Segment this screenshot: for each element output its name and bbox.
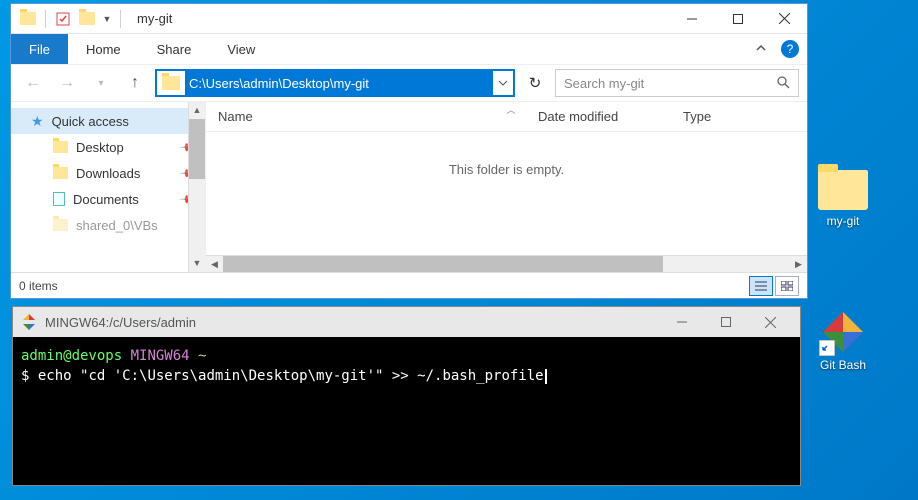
nav-label: Quick access bbox=[52, 114, 129, 129]
content-pane: ︿ Name Date modified Type This folder is… bbox=[206, 102, 807, 272]
desktop-icon-label: my-git bbox=[803, 214, 883, 228]
refresh-button[interactable]: ↻ bbox=[521, 74, 549, 92]
nav-bar: ← → ▾ ↑ C:\Users\admin\Desktop\my-git ↻ … bbox=[11, 64, 807, 102]
app-icon[interactable] bbox=[17, 8, 39, 30]
explorer-window: ▼ my-git File Home Share View ? ← → ▾ bbox=[10, 3, 808, 299]
gitbash-icon bbox=[821, 310, 865, 354]
nav-label: Documents bbox=[73, 192, 139, 207]
horizontal-scrollbar[interactable]: ◀ ▶ bbox=[206, 255, 807, 272]
nav-label: Downloads bbox=[76, 166, 140, 181]
folder-icon bbox=[53, 219, 68, 231]
desktop-shortcut-gitbash[interactable]: Git Bash bbox=[803, 310, 883, 372]
address-bar[interactable]: C:\Users\admin\Desktop\my-git bbox=[155, 69, 515, 97]
mingw-icon bbox=[21, 314, 37, 330]
document-icon bbox=[53, 192, 65, 206]
search-icon bbox=[776, 75, 790, 92]
title-bar[interactable]: ▼ my-git bbox=[11, 4, 807, 34]
nav-label: shared_0\VBs bbox=[76, 218, 158, 233]
file-tab[interactable]: File bbox=[11, 34, 68, 64]
scroll-up-arrow[interactable]: ▲ bbox=[189, 102, 205, 119]
column-date[interactable]: Date modified bbox=[526, 109, 671, 124]
close-button[interactable] bbox=[761, 4, 807, 33]
nav-label: Desktop bbox=[76, 140, 124, 155]
navigation-pane: ★ Quick access Desktop 📌 Downloads 📌 Doc… bbox=[11, 102, 206, 272]
nav-item-downloads[interactable]: Downloads 📌 bbox=[11, 160, 205, 186]
qat-properties-button[interactable] bbox=[52, 8, 74, 30]
tab-view[interactable]: View bbox=[209, 34, 273, 64]
cursor bbox=[545, 369, 547, 384]
terminal-command: echo "cd 'C:\Users\admin\Desktop\my-git'… bbox=[38, 368, 544, 384]
terminal-body[interactable]: admin@devops MINGW64 ~ $ echo "cd 'C:\Us… bbox=[13, 337, 800, 485]
qat-dropdown-button[interactable]: ▼ bbox=[100, 8, 114, 30]
terminal-title-bar[interactable]: MINGW64:/c/Users/admin bbox=[13, 307, 800, 337]
folder-icon bbox=[162, 76, 180, 90]
desktop-folder-mygit[interactable]: my-git bbox=[803, 170, 883, 228]
ribbon: File Home Share View ? bbox=[11, 34, 807, 64]
qat-newfolder-button[interactable] bbox=[76, 8, 98, 30]
column-type[interactable]: Type bbox=[671, 109, 723, 124]
terminal-prompt-line: admin@devops MINGW64 ~ bbox=[21, 347, 792, 367]
tab-home[interactable]: Home bbox=[68, 34, 139, 64]
empty-folder-message: This folder is empty. bbox=[206, 132, 807, 255]
minimize-button[interactable] bbox=[669, 4, 715, 33]
view-details-button[interactable] bbox=[749, 276, 773, 296]
column-name[interactable]: Name bbox=[206, 109, 526, 124]
folder-icon bbox=[53, 141, 68, 153]
nav-item-shared[interactable]: shared_0\VBs bbox=[11, 212, 205, 238]
prompt-user: admin@devops bbox=[21, 348, 122, 364]
forward-button[interactable]: → bbox=[53, 69, 81, 97]
search-input[interactable]: Search my-git bbox=[555, 69, 799, 97]
terminal-title: MINGW64:/c/Users/admin bbox=[45, 315, 660, 330]
scroll-thumb[interactable] bbox=[223, 256, 663, 272]
help-button[interactable]: ? bbox=[781, 40, 799, 58]
up-button[interactable]: ↑ bbox=[121, 69, 149, 97]
nav-quick-access[interactable]: ★ Quick access bbox=[11, 108, 205, 134]
item-count: 0 items bbox=[19, 279, 58, 293]
ribbon-collapse-button[interactable] bbox=[749, 42, 773, 57]
prompt-path: ~ bbox=[198, 348, 206, 364]
scroll-left-arrow[interactable]: ◀ bbox=[206, 256, 223, 272]
terminal-minimize-button[interactable] bbox=[660, 307, 704, 337]
view-large-button[interactable] bbox=[775, 276, 799, 296]
status-bar: 0 items bbox=[11, 272, 807, 298]
terminal-maximize-button[interactable] bbox=[704, 307, 748, 337]
recent-dropdown[interactable]: ▾ bbox=[87, 69, 115, 97]
address-dropdown[interactable] bbox=[493, 76, 513, 91]
nav-item-documents[interactable]: Documents 📌 bbox=[11, 186, 205, 212]
window-title: my-git bbox=[131, 11, 669, 26]
terminal-command-line: $ echo "cd 'C:\Users\admin\Desktop\my-gi… bbox=[21, 367, 792, 387]
address-path[interactable]: C:\Users\admin\Desktop\my-git bbox=[185, 71, 493, 95]
search-placeholder: Search my-git bbox=[564, 76, 776, 91]
tab-share[interactable]: Share bbox=[139, 34, 210, 64]
folder-icon bbox=[818, 170, 868, 210]
folder-icon bbox=[53, 167, 68, 179]
terminal-close-button[interactable] bbox=[748, 307, 792, 337]
star-icon: ★ bbox=[31, 113, 44, 130]
prompt-env: MINGW64 bbox=[131, 348, 190, 364]
nav-scrollbar[interactable]: ▲ ▼ bbox=[188, 102, 205, 272]
sort-indicator-icon: ︿ bbox=[507, 103, 516, 116]
scroll-thumb[interactable] bbox=[189, 119, 205, 179]
scroll-down-arrow[interactable]: ▼ bbox=[189, 255, 205, 272]
desktop-icon-label: Git Bash bbox=[803, 358, 883, 372]
terminal-window: MINGW64:/c/Users/admin admin@devops MING… bbox=[12, 306, 801, 486]
nav-item-desktop[interactable]: Desktop 📌 bbox=[11, 134, 205, 160]
scroll-right-arrow[interactable]: ▶ bbox=[790, 256, 807, 272]
back-button[interactable]: ← bbox=[19, 69, 47, 97]
maximize-button[interactable] bbox=[715, 4, 761, 33]
